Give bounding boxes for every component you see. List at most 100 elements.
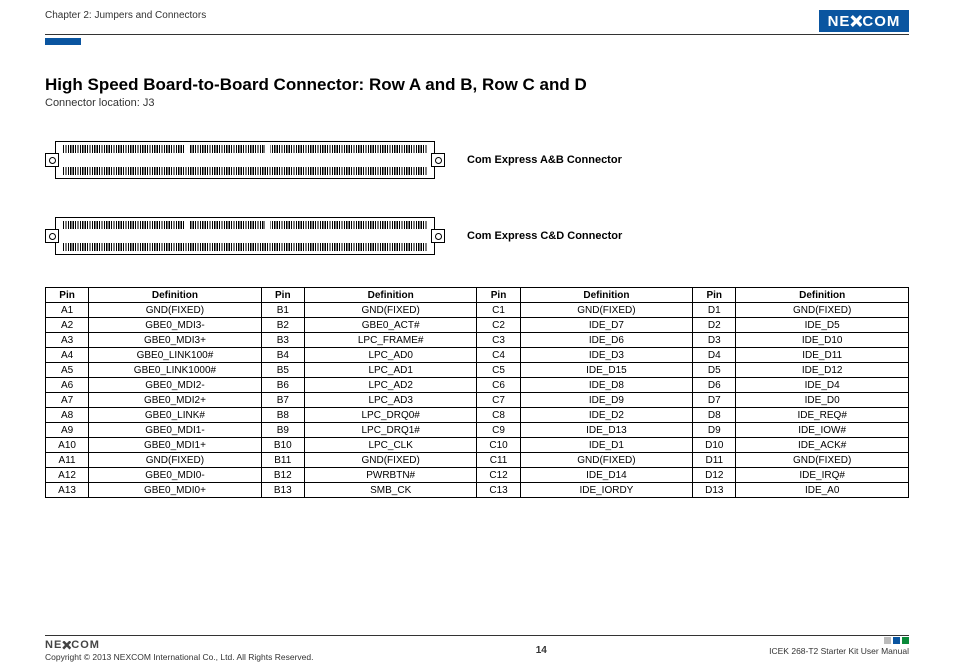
table-cell: IDE_D12 <box>736 363 909 378</box>
table-cell: IDE_D0 <box>736 393 909 408</box>
table-cell: IDE_D10 <box>736 333 909 348</box>
table-cell: GND(FIXED) <box>736 453 909 468</box>
table-header-cell: Pin <box>261 288 304 303</box>
table-cell: A12 <box>46 468 89 483</box>
table-cell: GBE0_LINK# <box>89 408 262 423</box>
table-cell: IDE_REQ# <box>736 408 909 423</box>
table-row: A2GBE0_MDI3-B2GBE0_ACT#C2IDE_D7D2IDE_D5 <box>46 318 909 333</box>
table-cell: GND(FIXED) <box>304 453 477 468</box>
table-row: A1GND(FIXED)B1GND(FIXED)C1GND(FIXED)D1GN… <box>46 303 909 318</box>
table-cell: C12 <box>477 468 520 483</box>
table-cell: IDE_ACK# <box>736 438 909 453</box>
table-cell: LPC_AD1 <box>304 363 477 378</box>
table-cell: A7 <box>46 393 89 408</box>
pin-definition-table: PinDefinitionPinDefinitionPinDefinitionP… <box>45 287 909 498</box>
table-cell: LPC_DRQ1# <box>304 423 477 438</box>
table-cell: IDE_IRQ# <box>736 468 909 483</box>
table-cell: LPC_DRQ0# <box>304 408 477 423</box>
table-cell: C3 <box>477 333 520 348</box>
table-cell: PWRBTN# <box>304 468 477 483</box>
table-cell: B13 <box>261 483 304 498</box>
table-cell: GND(FIXED) <box>89 453 262 468</box>
table-cell: IDE_D6 <box>520 333 693 348</box>
table-cell: B1 <box>261 303 304 318</box>
table-cell: D10 <box>693 438 736 453</box>
footer-divider <box>45 635 909 636</box>
table-cell: C10 <box>477 438 520 453</box>
copyright-text: Copyright © 2013 NEXCOM International Co… <box>45 652 313 662</box>
table-cell: B6 <box>261 378 304 393</box>
chapter-label: Chapter 2: Jumpers and Connectors <box>45 10 206 21</box>
nexcom-logo <box>819 10 909 32</box>
connector-ab-label: Com Express A&B Connector <box>467 154 622 166</box>
table-row: A11GND(FIXED)B11GND(FIXED)C11GND(FIXED)D… <box>46 453 909 468</box>
table-header-cell: Definition <box>89 288 262 303</box>
table-row: A12GBE0_MDI0-B12PWRBTN#C12IDE_D14D12IDE_… <box>46 468 909 483</box>
table-header-row: PinDefinitionPinDefinitionPinDefinitionP… <box>46 288 909 303</box>
table-cell: A3 <box>46 333 89 348</box>
table-cell: LPC_AD2 <box>304 378 477 393</box>
table-cell: D7 <box>693 393 736 408</box>
table-cell: GBE0_MDI0- <box>89 468 262 483</box>
table-cell: D13 <box>693 483 736 498</box>
table-cell: GBE0_MDI1+ <box>89 438 262 453</box>
table-cell: IDE_D1 <box>520 438 693 453</box>
table-cell: GBE0_MDI2- <box>89 378 262 393</box>
table-cell: IDE_D2 <box>520 408 693 423</box>
table-cell: B9 <box>261 423 304 438</box>
table-cell: C4 <box>477 348 520 363</box>
table-cell: GBE0_ACT# <box>304 318 477 333</box>
footer-logo: NECOM <box>45 639 313 651</box>
table-cell: C6 <box>477 378 520 393</box>
table-cell: C8 <box>477 408 520 423</box>
table-cell: GND(FIXED) <box>89 303 262 318</box>
table-cell: C1 <box>477 303 520 318</box>
table-header-cell: Pin <box>477 288 520 303</box>
table-cell: GBE0_MDI1- <box>89 423 262 438</box>
table-cell: B7 <box>261 393 304 408</box>
table-cell: D6 <box>693 378 736 393</box>
table-header-cell: Pin <box>46 288 89 303</box>
table-cell: IDE_D13 <box>520 423 693 438</box>
table-cell: B4 <box>261 348 304 363</box>
page-title: High Speed Board-to-Board Connector: Row… <box>45 75 909 95</box>
table-header-cell: Definition <box>736 288 909 303</box>
manual-name: ICEK 268-T2 Starter Kit User Manual <box>769 646 909 656</box>
table-cell: D1 <box>693 303 736 318</box>
header-divider <box>45 34 909 35</box>
table-cell: IDE_D8 <box>520 378 693 393</box>
table-cell: GND(FIXED) <box>520 453 693 468</box>
table-cell: C2 <box>477 318 520 333</box>
table-cell: IDE_D7 <box>520 318 693 333</box>
table-row: A3GBE0_MDI3+B3LPC_FRAME#C3IDE_D6D3IDE_D1… <box>46 333 909 348</box>
table-cell: B8 <box>261 408 304 423</box>
table-cell: A1 <box>46 303 89 318</box>
accent-bar <box>45 38 81 45</box>
table-cell: IDE_D9 <box>520 393 693 408</box>
table-cell: A4 <box>46 348 89 363</box>
table-cell: B12 <box>261 468 304 483</box>
table-cell: D3 <box>693 333 736 348</box>
table-cell: D5 <box>693 363 736 378</box>
table-row: A13GBE0_MDI0+B13SMB_CKC13IDE_IORDYD13IDE… <box>46 483 909 498</box>
table-row: A6GBE0_MDI2-B6LPC_AD2C6IDE_D8D6IDE_D4 <box>46 378 909 393</box>
table-cell: LPC_AD3 <box>304 393 477 408</box>
table-cell: IDE_IOW# <box>736 423 909 438</box>
table-row: A8GBE0_LINK#B8LPC_DRQ0#C8IDE_D2D8IDE_REQ… <box>46 408 909 423</box>
table-cell: D2 <box>693 318 736 333</box>
table-cell: GBE0_MDI2+ <box>89 393 262 408</box>
table-cell: GBE0_MDI0+ <box>89 483 262 498</box>
table-cell: A9 <box>46 423 89 438</box>
connector-diagram-ab <box>45 135 445 185</box>
table-cell: GBE0_MDI3+ <box>89 333 262 348</box>
table-cell: D9 <box>693 423 736 438</box>
table-cell: A11 <box>46 453 89 468</box>
table-cell: IDE_A0 <box>736 483 909 498</box>
table-cell: GND(FIXED) <box>304 303 477 318</box>
table-row: A5GBE0_LINK1000#B5LPC_AD1C5IDE_D15D5IDE_… <box>46 363 909 378</box>
table-cell: GND(FIXED) <box>520 303 693 318</box>
table-cell: LPC_AD0 <box>304 348 477 363</box>
table-cell: SMB_CK <box>304 483 477 498</box>
table-cell: B5 <box>261 363 304 378</box>
connector-cd-label: Com Express C&D Connector <box>467 230 622 242</box>
